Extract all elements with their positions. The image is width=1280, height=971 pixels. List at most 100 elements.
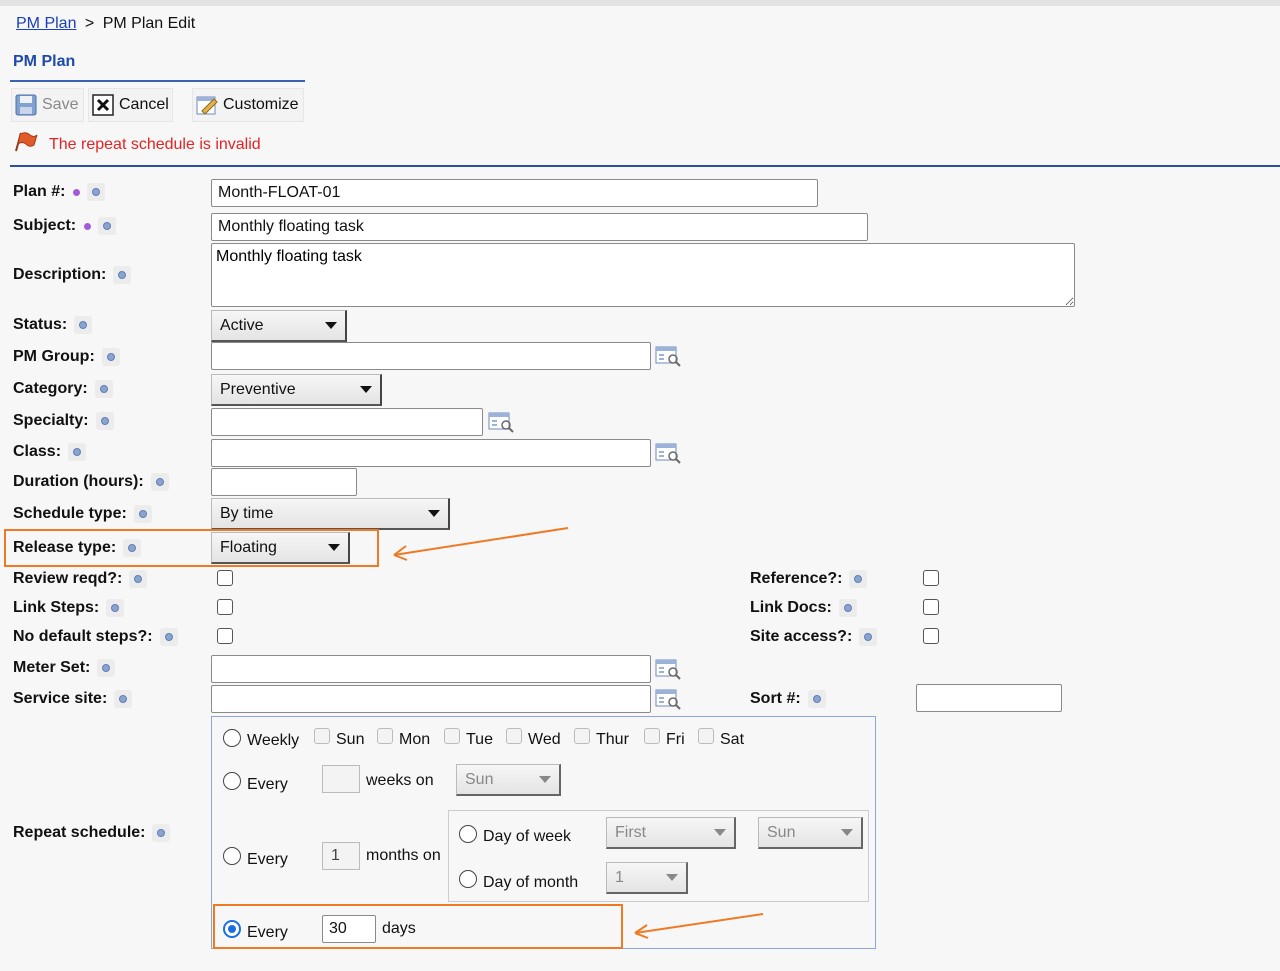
weekday-label-mon: Mon	[399, 731, 431, 748]
weekday-label-fri: Fri	[666, 731, 685, 748]
lookup-icon[interactable]	[655, 442, 681, 464]
save-button[interactable]: Save	[11, 88, 84, 122]
lookup-icon[interactable]	[488, 411, 514, 433]
customize-button[interactable]: Customize	[192, 88, 304, 122]
weekday-checkbox-thur[interactable]	[574, 728, 590, 744]
help-icon[interactable]	[133, 505, 152, 523]
help-icon[interactable]	[94, 380, 113, 398]
help-icon[interactable]	[152, 824, 171, 842]
no-default-steps-label: No default steps?:	[13, 628, 178, 646]
lookup-icon[interactable]	[655, 658, 681, 680]
duration-input[interactable]	[211, 468, 357, 496]
help-icon[interactable]	[101, 348, 120, 366]
help-icon[interactable]	[113, 266, 132, 284]
category-select[interactable]: Preventive	[211, 374, 382, 406]
weekday-checkbox-sun[interactable]	[314, 728, 330, 744]
help-icon[interactable]	[106, 599, 125, 617]
reference-checkbox[interactable]	[923, 570, 939, 586]
status-label-text: Status:	[13, 316, 68, 333]
duration-label: Duration (hours):	[13, 473, 169, 491]
weekday-label-sat: Sat	[720, 731, 745, 748]
help-icon[interactable]	[87, 183, 106, 201]
help-icon[interactable]	[68, 443, 87, 461]
reference-label: Reference?:	[750, 570, 868, 588]
schedule-type-label: Schedule type:	[13, 505, 152, 523]
help-icon[interactable]	[859, 628, 878, 646]
site-access-checkbox[interactable]	[923, 628, 939, 644]
site-access-label: Site access?:	[750, 628, 878, 646]
help-icon[interactable]	[838, 599, 857, 617]
weekday-checkbox-fri[interactable]	[644, 728, 660, 744]
no-default-steps-checkbox[interactable]	[217, 628, 233, 644]
repeat-schedule-label-text: Repeat schedule:	[13, 824, 146, 841]
help-icon[interactable]	[159, 628, 178, 646]
breadcrumb-current: PM Plan Edit	[102, 15, 196, 32]
every-days-radio[interactable]	[223, 920, 241, 938]
release-type-select[interactable]: Floating	[211, 532, 350, 564]
meter-set-input[interactable]	[211, 655, 651, 683]
cancel-button[interactable]: Cancel	[88, 88, 173, 122]
breadcrumb-separator: >	[84, 15, 95, 32]
link-docs-checkbox[interactable]	[923, 599, 939, 615]
sort-no-input[interactable]	[916, 684, 1062, 712]
no-default-steps-label-text: No default steps?:	[13, 628, 153, 645]
error-banner: The repeat schedule is invalid	[13, 131, 261, 158]
review-reqd-checkbox[interactable]	[217, 570, 233, 586]
breadcrumb-link-pm-plan[interactable]: PM Plan	[16, 15, 76, 32]
status-select[interactable]: Active	[211, 310, 347, 342]
ordinal-select[interactable]: First	[606, 817, 736, 849]
weekday-checkbox-sat[interactable]	[698, 728, 714, 744]
every-months-radio[interactable]	[223, 847, 241, 865]
meter-set-label-text: Meter Set:	[13, 659, 91, 676]
annotation-arrow-icon	[393, 527, 569, 561]
top-bar	[0, 0, 1280, 6]
plan-no-label: Plan #:	[13, 183, 106, 201]
link-steps-label-text: Link Steps:	[13, 599, 100, 616]
weekday-checkbox-wed[interactable]	[506, 728, 522, 744]
save-label: Save	[42, 96, 79, 113]
lookup-icon[interactable]	[655, 345, 681, 367]
class-input[interactable]	[211, 439, 651, 467]
weekly-radio[interactable]	[223, 729, 241, 747]
subject-input[interactable]: Monthly floating task	[211, 213, 868, 241]
pm-group-input[interactable]	[211, 342, 651, 370]
every-weeks-radio[interactable]	[223, 772, 241, 790]
lookup-icon[interactable]	[655, 688, 681, 710]
weeks-count-input[interactable]	[322, 765, 360, 793]
duration-label-text: Duration (hours):	[13, 473, 144, 490]
day-of-week-radio[interactable]	[459, 825, 477, 843]
weekday-checkbox-mon[interactable]	[377, 728, 393, 744]
weekday-label-thur: Thur	[596, 731, 629, 748]
every-months-label: Every	[247, 851, 288, 868]
site-access-label-text: Site access?:	[750, 628, 853, 645]
weekday-checkbox-tue[interactable]	[444, 728, 460, 744]
weeks-day-select[interactable]: Sun	[456, 764, 561, 796]
specialty-label-text: Specialty:	[13, 412, 89, 429]
repeat-schedule-label: Repeat schedule:	[13, 824, 171, 842]
day-of-month-select[interactable]: 1	[606, 862, 688, 894]
help-icon[interactable]	[114, 690, 133, 708]
save-icon	[15, 94, 37, 116]
weekly-label: Weekly	[247, 732, 300, 749]
days-count-input[interactable]: 30	[322, 915, 376, 943]
error-message: The repeat schedule is invalid	[49, 135, 261, 153]
help-icon[interactable]	[150, 473, 169, 491]
help-icon[interactable]	[97, 659, 116, 677]
service-site-input[interactable]	[211, 685, 651, 713]
link-steps-checkbox[interactable]	[217, 599, 233, 615]
specialty-input[interactable]	[211, 408, 483, 436]
help-icon[interactable]	[74, 316, 93, 334]
link-steps-label: Link Steps:	[13, 599, 125, 617]
day-of-month-radio[interactable]	[459, 870, 477, 888]
help-icon[interactable]	[95, 412, 114, 430]
help-icon[interactable]	[849, 570, 868, 588]
sort-no-label: Sort #:	[750, 690, 826, 708]
help-icon[interactable]	[98, 217, 117, 235]
months-count-input[interactable]: 1	[322, 842, 360, 870]
plan-no-input[interactable]: Month-FLOAT-01	[211, 179, 818, 207]
help-icon[interactable]	[807, 690, 826, 708]
description-textarea[interactable]: Monthly floating task	[211, 243, 1075, 307]
help-icon[interactable]	[129, 570, 148, 588]
category-value: Preventive	[220, 380, 296, 398]
month-weekday-select[interactable]: Sun	[758, 817, 863, 849]
